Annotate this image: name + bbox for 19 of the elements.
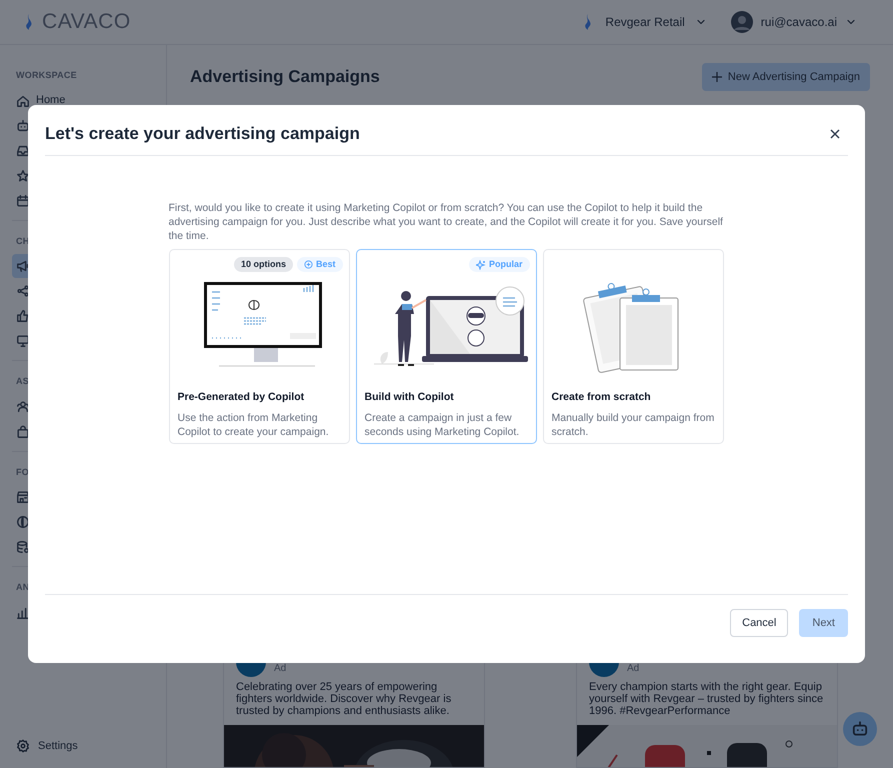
- post-text: Every champion starts with the right gear. Equip yourself with Revgear – trusted by fighters since 1996. #RevgearPerformance: [588, 680, 824, 719]
- dialog-title: Let's create your advertising campaign: [45, 123, 360, 146]
- post-text: Celebrating over 25 years of empowering fighters worldwide. Discover why Revgear is trusted by champions and enthusiasts alike.: [235, 680, 452, 719]
- option-description: Manually build your campaign from scratch.: [550, 410, 716, 439]
- option-count-badge: 10 options: [234, 257, 293, 272]
- page-title: Advertising Campaigns: [190, 66, 380, 88]
- option-description: Create a campaign in just a few seconds using Marketing Copilot.: [364, 410, 520, 439]
- best-badge: Best: [296, 257, 342, 272]
- section-heading: FO: [15, 466, 30, 478]
- option-title: Pre-Generated by Copilot: [176, 390, 306, 405]
- option-title: Create from scratch: [550, 390, 652, 405]
- post-meta: Ad: [274, 662, 286, 676]
- section-heading: AS: [15, 375, 30, 388]
- intro-text: First, would you like to create it using Marketing Copilot or from scratch? You can use the Copilot to help it build the advertising campaign for you. Just describe what you want to create, and the Copilot will create it for you. Save yourself the time.: [168, 201, 724, 243]
- post-meta: Ad: [627, 662, 640, 676]
- option-title: Build with Copilot: [364, 390, 455, 405]
- popular-badge: Popular: [468, 257, 530, 272]
- section-heading: WORKSPACE: [15, 69, 78, 82]
- option-description: Use the action from Marketing Copilot to create your campaign.: [176, 410, 330, 439]
